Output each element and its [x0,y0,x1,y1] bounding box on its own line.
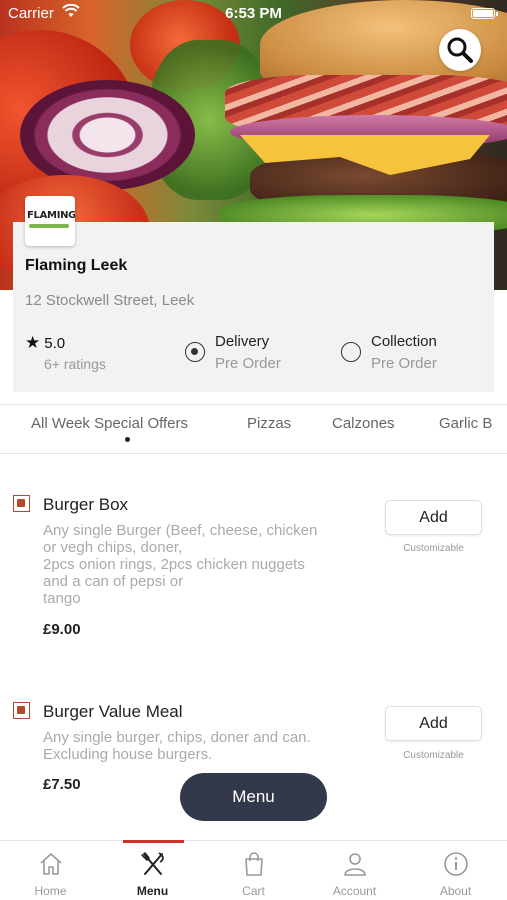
active-tab-indicator [125,437,130,442]
food-type-icon [13,495,30,512]
home-icon [39,853,62,875]
customizable-note: Customizable [403,543,464,554]
restaurant-name: Flaming Leek [25,257,128,274]
bottom-navigation: Home Menu Cart Account About [0,840,507,900]
nav-cart-label: Cart [242,884,265,898]
nav-cart[interactable]: Cart [203,841,304,900]
tab-all-week-special-offers[interactable]: All Week Special Offers [31,415,188,432]
tab-pizzas[interactable]: Pizzas [247,415,291,432]
nav-about[interactable]: About [405,841,506,900]
shopping-bag-icon [244,852,263,876]
delivery-label[interactable]: Delivery [215,333,269,350]
collection-subtitle: Pre Order [371,355,437,372]
search-icon [447,37,473,63]
tab-calzones[interactable]: Calzones [332,415,395,432]
status-bar: Carrier 6:53 PM [0,0,507,28]
clock: 6:53 PM [225,5,282,22]
info-icon [443,852,468,876]
search-button[interactable] [439,29,481,71]
rating: ★ 5.0 [25,333,65,353]
item-description: Any single Burger (Beef, cheese, chicken… [43,522,318,607]
nav-about-label: About [439,884,472,898]
food-type-icon [13,702,30,719]
rating-value: 5.0 [44,335,66,352]
ratings-count: 6+ ratings [44,356,106,372]
category-tabs: All Week Special Offers Pizzas Calzones … [0,404,507,454]
customizable-note: Customizable [403,750,464,761]
add-button[interactable]: Add [385,500,482,535]
item-title: Burger Box [43,495,129,514]
star-icon: ★ [25,333,41,352]
restaurant-info-card: FLAMING Flaming Leek 12 Stockwell Street… [13,196,494,392]
tab-garlic-bread[interactable]: Garlic B [439,415,492,432]
nav-menu-label: Menu [136,884,169,898]
nav-home[interactable]: Home [0,841,101,900]
item-description: Any single burger, chips, doner and can.… [43,729,311,763]
item-title: Burger Value Meal [43,702,183,721]
collection-label[interactable]: Collection [371,333,437,350]
restaurant-logo: FLAMING [25,196,75,246]
nav-account[interactable]: Account [304,841,405,900]
nav-account-label: Account [332,884,377,898]
add-button[interactable]: Add [385,706,482,741]
delivery-radio[interactable] [185,342,205,362]
item-price: £7.50 [43,776,81,793]
battery-icon [471,8,498,19]
restaurant-address: 12 Stockwell Street, Leek [25,292,195,309]
nav-menu[interactable]: Menu [102,841,203,900]
user-icon [343,853,366,876]
floating-menu-button[interactable]: Menu [180,773,327,821]
delivery-subtitle: Pre Order [215,355,281,372]
collection-radio[interactable] [341,342,361,362]
fork-knife-icon [140,852,164,875]
nav-home-label: Home [34,884,67,898]
item-price: £9.00 [43,621,81,638]
